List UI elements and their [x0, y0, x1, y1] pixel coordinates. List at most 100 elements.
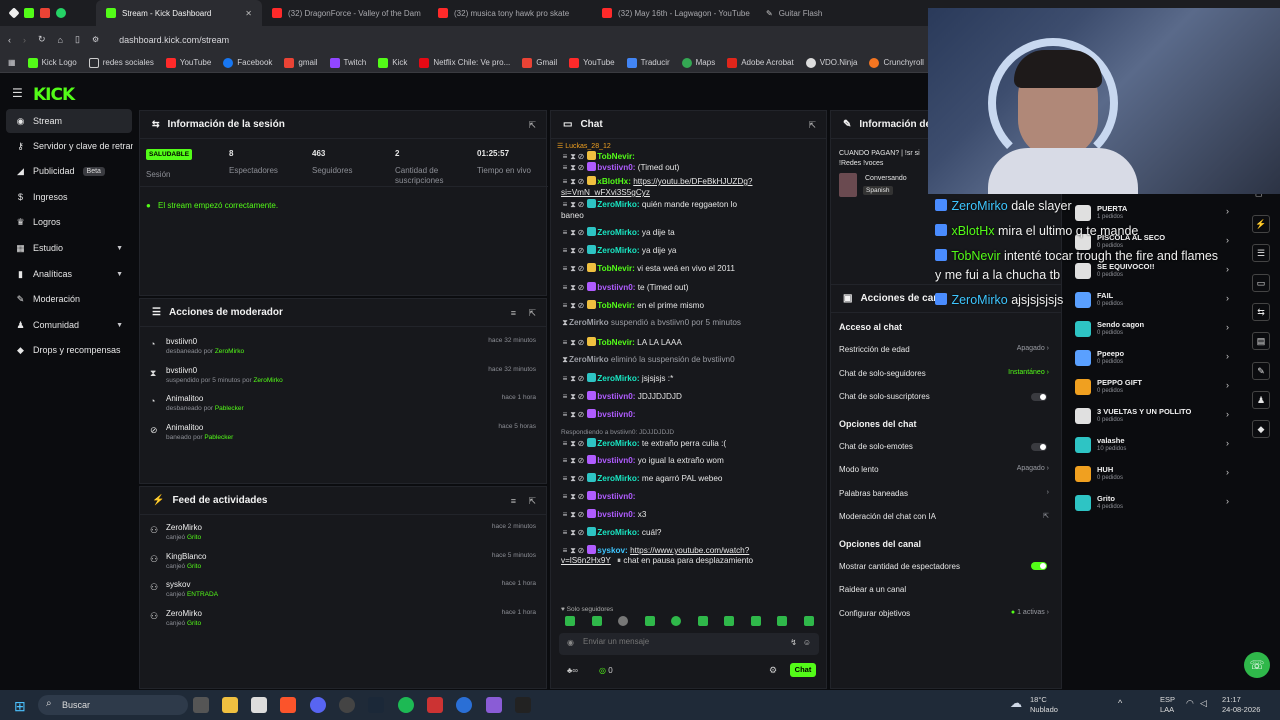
discord-icon[interactable] — [310, 697, 326, 713]
emote-icon[interactable] — [750, 616, 761, 626]
mod-action-by[interactable]: ZeroMirko — [215, 348, 244, 355]
ban-icon[interactable]: ⊘ — [577, 228, 585, 238]
followers-only-value[interactable]: Instantáneo › — [1008, 369, 1049, 376]
mod-action-user[interactable]: Animalitoo — [166, 394, 203, 403]
shortcut-icon[interactable]: ↯ — [790, 638, 797, 647]
bookmark-facebook[interactable]: Facebook — [223, 57, 272, 68]
url-field[interactable]: dashboard.kick.com/stream — [119, 35, 229, 45]
chat-input[interactable]: ◉ ↯ ☺ — [559, 633, 819, 655]
wifi-icon[interactable]: ◠ — [1186, 698, 1194, 709]
mod-action-user[interactable]: bvstiivn0 — [166, 366, 197, 375]
timeout-icon[interactable]: ⧗ — [569, 338, 577, 348]
drop-icon[interactable]: ◆ — [1252, 420, 1270, 438]
popout-icon[interactable]: ⇱ — [528, 496, 536, 507]
chat-message[interactable]: ≡ ⧗ ⊘ TobNevir: vi esta weá en vivo el 201… — [561, 263, 823, 274]
emote-icon[interactable] — [565, 616, 575, 626]
ban-icon[interactable]: ⊘ — [577, 474, 585, 484]
chat-username[interactable]: TobNevir: — [597, 152, 635, 161]
app-icon[interactable] — [427, 697, 443, 713]
tab-tony-hawk[interactable]: (32) musica tony hawk pro skate — [428, 0, 592, 26]
clock-date[interactable]: 24-08-2026 — [1222, 705, 1260, 714]
sidebar-item-ads[interactable]: ◢ Publicidad Beta — [0, 159, 133, 183]
pinned-tabs[interactable] — [0, 0, 96, 26]
tab-dragonforce[interactable]: (32) DragonForce - Valley of the Dam — [262, 0, 428, 26]
pin-icon[interactable]: ≡ — [561, 163, 569, 173]
pin-icon[interactable]: ≡ — [561, 338, 569, 348]
filter-icon[interactable]: ≡ — [511, 496, 516, 506]
chat-username[interactable]: ZeroMirko — [569, 318, 611, 327]
chat-paused-notice[interactable]: ⏸ chat en pausa para desplazamiento — [617, 556, 823, 566]
chat-message[interactable]: ≡ ⧗ ⊘ bvstiivn0: te (Timed out) — [561, 282, 823, 293]
forward-icon[interactable]: › — [23, 35, 26, 45]
ai-moderation-setting[interactable]: Moderación del chat con IA — [839, 512, 936, 521]
chat-message[interactable]: ≡ ⧗ ⊘ bvstiivn0: x3 — [561, 509, 823, 520]
pin-icon[interactable]: ≡ — [561, 456, 569, 466]
reload-icon[interactable]: ↻ — [38, 34, 46, 45]
bolt-icon[interactable]: ⚡ — [1252, 215, 1270, 233]
popout-icon[interactable]: ⇱ — [808, 120, 816, 131]
chat-username[interactable]: ZeroMirko — [569, 355, 611, 364]
chat-message[interactable]: ≡ ⧗ ⊘ xBlotHx: https://youtu.be/DFeBkHJUZD… — [561, 176, 823, 187]
timeout-icon[interactable]: ⧗ — [569, 410, 577, 420]
sidebar-item-drops[interactable]: ◆ Drops y recompensas — [0, 338, 133, 362]
tray-chevron-icon[interactable]: ^ — [1118, 698, 1122, 708]
chat-username[interactable]: ZeroMirko: — [597, 200, 642, 209]
chat-username[interactable]: ZeroMirko: — [597, 528, 642, 537]
bookmark-netflix[interactable]: Netflix Chile: Ve pro... — [419, 57, 510, 68]
bookmark-youtube[interactable]: YouTube — [165, 57, 211, 68]
external-link-icon[interactable]: ⇱ — [1043, 512, 1049, 520]
layout-icon[interactable]: ▤ — [1252, 332, 1270, 350]
emoji-icon[interactable]: ☺ — [803, 638, 811, 647]
chat-message[interactable]: ≡ ⧗ ⊘ syskov: https://www.youtube.com/watc… — [561, 545, 823, 556]
app-icon[interactable] — [456, 697, 472, 713]
emote-icon[interactable] — [591, 616, 602, 626]
bookmark-crunchyroll[interactable]: Crunchyroll — [869, 57, 924, 68]
timeout-icon[interactable]: ⧗ — [569, 200, 577, 210]
age-restriction-value[interactable]: Apagado › — [1017, 345, 1049, 352]
ban-icon[interactable]: ⊘ — [577, 546, 585, 556]
timeout-icon[interactable]: ⧗ — [569, 456, 577, 466]
chat-message[interactable]: ≡ ⧗ ⊘ ZeroMirko: cuál? — [561, 527, 823, 538]
tab-guitar-flash[interactable]: ✎ Guitar Flash — [756, 0, 916, 26]
bookmark-icon[interactable]: ▯ — [75, 34, 80, 45]
goals-value[interactable]: ● 1 activas › — [1011, 609, 1049, 616]
chat-message[interactable]: ≡ ⧗ ⊘ bvstiivn0: — [561, 491, 823, 502]
menu-icon[interactable]: ☰ — [12, 86, 23, 100]
followers-only-setting[interactable]: Chat de solo-seguidores — [839, 369, 926, 378]
kick-favicon[interactable] — [24, 8, 34, 18]
chat-message[interactable]: ≡ ⧗ ⊘ bvstiivn0: (Timed out) — [561, 162, 823, 173]
activity-user[interactable]: ZeroMirko — [166, 523, 202, 532]
site-info-icon[interactable]: ⚙ — [92, 35, 99, 44]
emote-only-toggle[interactable] — [1031, 443, 1047, 451]
timeout-icon[interactable]: ⧗ — [569, 474, 577, 484]
chat-message[interactable]: ≡ ⧗ ⊘ TobNevir: LA LA LAAA — [561, 337, 823, 348]
tab-stream[interactable]: Stream - Kick Dashboard ✕ — [96, 0, 262, 26]
brave-icon[interactable] — [280, 697, 296, 713]
ban-icon[interactable]: ⊘ — [577, 492, 585, 502]
apps-grid-icon[interactable]: ▦ — [8, 58, 16, 67]
chat-username[interactable]: syskov: — [597, 546, 630, 555]
pin-icon[interactable]: ≡ — [561, 492, 569, 502]
kick-logo[interactable]: KICK — [33, 85, 75, 105]
chat-username[interactable]: bvstiivn0: — [597, 456, 638, 465]
ban-icon[interactable]: ⊘ — [577, 264, 585, 274]
reward-item[interactable]: valashe 10 pedidos › — [1075, 435, 1235, 463]
app-icon[interactable] — [8, 7, 20, 19]
home-icon[interactable]: ⌂ — [58, 35, 63, 45]
activity-user[interactable]: ZeroMirko — [166, 609, 202, 618]
emote-icon[interactable] — [671, 616, 682, 626]
chat-message[interactable]: ≡ ⧗ ⊘ ZeroMirko: te extraño perra culia :( — [561, 438, 823, 449]
chat-username[interactable]: TobNevir: — [597, 264, 637, 273]
chat-messages[interactable]: ≡ ⧗ ⊘ TobNevir: ≡ ⧗ ⊘ bvstiivn0: (Timed out)… — [561, 151, 823, 591]
emote-icon[interactable] — [618, 616, 629, 626]
reward-item[interactable]: Sendo cagon 0 pedidos › — [1075, 319, 1235, 347]
chat-message[interactable]: ⧗ZeroMirko suspendió a bvstiivn0 por 5 m… — [561, 318, 823, 328]
pin-icon[interactable]: ≡ — [561, 528, 569, 538]
chat-username[interactable]: bvstiivn0: — [597, 492, 635, 501]
steam-icon[interactable] — [368, 697, 384, 713]
bookmark-vdo-ninja[interactable]: VDO.Ninja — [805, 57, 857, 68]
pin-icon[interactable]: ≡ — [561, 474, 569, 484]
ban-icon[interactable]: ⊘ — [577, 338, 585, 348]
settings-icon[interactable]: ⚙ — [769, 665, 777, 676]
spotify-icon[interactable] — [398, 697, 414, 713]
